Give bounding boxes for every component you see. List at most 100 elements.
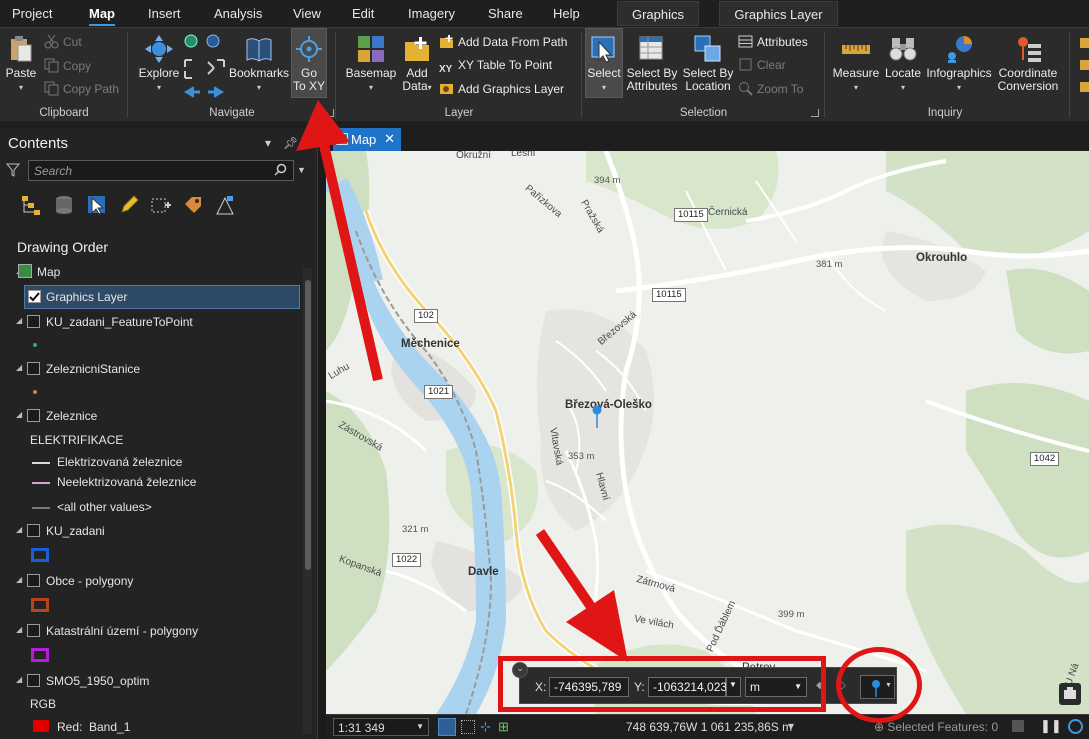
ribbon-bottom-bar: [0, 121, 1089, 128]
toc-layer-ku-zadani[interactable]: ◢ KU_zadani: [0, 519, 300, 543]
collapse-icon[interactable]: ◢: [16, 410, 22, 419]
cut-button[interactable]: Cut: [44, 33, 82, 51]
polygon-symbol: [31, 648, 49, 662]
selection-launcher-icon[interactable]: [811, 109, 819, 117]
xy-table-to-point-button[interactable]: XY XY Table To Point: [439, 56, 552, 75]
map-view-tab[interactable]: Map ✕: [333, 128, 401, 151]
layer-visibility-checkbox[interactable]: [27, 624, 40, 637]
map-tab-icon: [336, 133, 348, 145]
grid-icon[interactable]: [461, 720, 475, 734]
clear-selection-button[interactable]: Clear: [738, 56, 786, 74]
collapse-icon[interactable]: ◢: [16, 363, 22, 372]
tab-imagery[interactable]: Imagery: [408, 6, 455, 21]
select-by-attributes-button[interactable]: Select By Attributes: [625, 34, 679, 93]
add-graphics-layer-button[interactable]: Add Graphics Layer: [439, 80, 564, 98]
toc-layer-ku-zadani-featuretopoint[interactable]: ◢ KU_zadani_FeatureToPoint: [0, 310, 300, 334]
toc-layer-katastralni-uzemi[interactable]: ◢ Katastrální území - polygony: [0, 619, 300, 643]
layer-visibility-checkbox[interactable]: [28, 290, 41, 303]
list-by-labeling-icon[interactable]: [182, 194, 204, 216]
layer-visibility-checkbox[interactable]: [27, 315, 40, 328]
line-symbol: [32, 462, 50, 464]
scale-dropdown[interactable]: 1:31 349 ▼: [333, 718, 429, 736]
explore-button[interactable]: Explore ▾: [138, 34, 180, 94]
go-to-xy-button[interactable]: Go To XY: [291, 28, 327, 98]
close-pane-icon[interactable]: ✕: [301, 136, 311, 150]
list-by-snapping-icon[interactable]: [150, 194, 172, 216]
toc-map-label: Map: [37, 265, 61, 279]
list-by-perspective-icon[interactable]: [214, 194, 236, 216]
tab-graphics[interactable]: Graphics: [617, 1, 699, 26]
scale-lock-icon[interactable]: [438, 718, 456, 736]
elevation-label: 394 m: [594, 175, 621, 186]
close-tab-icon[interactable]: ✕: [384, 131, 395, 147]
infographics-icon: [944, 34, 974, 64]
collapse-icon[interactable]: ◢: [16, 525, 22, 534]
search-icon[interactable]: [274, 163, 287, 179]
layer-visibility-checkbox[interactable]: [27, 362, 40, 375]
copy-path-button[interactable]: Copy Path: [44, 80, 119, 98]
status-bar: 1:31 349 ▼ ⊹ ⊞ 748 639,76W 1 061 235,86S …: [326, 714, 1089, 739]
attributes-table-icon: [738, 34, 753, 49]
collapse-icon[interactable]: ◢: [16, 675, 22, 684]
snapping-icon[interactable]: ⊹: [480, 719, 491, 735]
collapse-icon[interactable]: ◢: [16, 316, 22, 325]
coord-units-chevron-down-icon[interactable]: ▾: [788, 719, 794, 733]
measure-button[interactable]: Measure ▾: [831, 34, 881, 94]
basemap-button[interactable]: Basemap ▾: [344, 34, 398, 94]
tab-share[interactable]: Share: [488, 6, 523, 21]
attributes-button[interactable]: Attributes: [738, 33, 808, 51]
pane-options-icon[interactable]: ▾: [265, 136, 271, 150]
layer-visibility-checkbox[interactable]: [27, 674, 40, 687]
toc-layer-zeleznice[interactable]: ◢ Zeleznice: [0, 404, 300, 428]
drawing-order-heading: Drawing Order: [17, 239, 109, 255]
layer-visibility-checkbox[interactable]: [27, 524, 40, 537]
toggle-icon[interactable]: ⊞: [498, 719, 509, 735]
tab-help[interactable]: Help: [553, 6, 580, 21]
toc-layer-obce-polygony[interactable]: ◢ Obce - polygony: [0, 569, 300, 593]
layer-visibility-checkbox[interactable]: [27, 409, 40, 422]
select-by-location-button[interactable]: Select By Location: [681, 34, 735, 93]
toc-layer-smo5-1950[interactable]: ◢ SMO5_1950_optim: [0, 669, 300, 693]
list-by-drawing-order-icon[interactable]: [20, 194, 42, 216]
copy-button[interactable]: Copy: [44, 57, 91, 75]
add-data-from-path-button[interactable]: Add Data From Path: [439, 33, 567, 51]
filter-icon[interactable]: [5, 163, 21, 180]
toc-scrollbar-thumb[interactable]: [305, 280, 311, 570]
tab-edit[interactable]: Edit: [352, 6, 374, 21]
contents-search-input[interactable]: Search: [28, 160, 294, 181]
tab-project[interactable]: Project: [12, 6, 52, 21]
layer-visibility-checkbox[interactable]: [27, 574, 40, 587]
collapse-icon[interactable]: ◢: [16, 575, 22, 584]
binoculars-icon: [888, 34, 918, 64]
toc-layer-zeleznicnistanice[interactable]: ◢ ZeleznicniStanice: [0, 357, 300, 381]
tab-map[interactable]: Map: [89, 6, 115, 26]
map-view[interactable]: Okružní Lesní Pařízkova Pražská Černická…: [326, 151, 1089, 714]
locate-button[interactable]: Locate ▾: [883, 34, 923, 94]
highlight-box-annotation: [498, 656, 826, 712]
copy-icon: [44, 58, 59, 73]
toc-map-node[interactable]: ◢ Map: [0, 260, 300, 284]
add-data-button[interactable]: Add Data▾: [398, 34, 436, 94]
collapse-icon[interactable]: ◢: [16, 625, 22, 634]
refresh-icon[interactable]: [1012, 720, 1024, 732]
zoom-to-selection-button[interactable]: Zoom To: [738, 80, 803, 98]
infographics-button[interactable]: Infographics ▾: [924, 34, 994, 94]
clipboard-group: Paste ▾ Cut Copy Copy Path Clipboard: [0, 28, 128, 122]
list-by-selection-icon[interactable]: [86, 194, 108, 216]
coordinate-conversion-button[interactable]: Coordinate Conversion: [995, 34, 1061, 93]
pause-icon[interactable]: ❚❚: [1040, 718, 1062, 734]
bookmarks-button[interactable]: Bookmarks ▾: [227, 34, 291, 94]
paste-button[interactable]: Paste ▾: [4, 34, 38, 94]
tab-view[interactable]: View: [293, 6, 321, 21]
list-by-editing-icon[interactable]: [118, 194, 140, 216]
select-button[interactable]: Select ▾: [585, 28, 623, 98]
toc-layer-graphics-layer[interactable]: Graphics Layer: [24, 285, 300, 309]
list-by-data-source-icon[interactable]: [53, 194, 75, 216]
tab-graphics-layer[interactable]: Graphics Layer: [719, 1, 838, 26]
tab-insert[interactable]: Insert: [148, 6, 181, 21]
map-tools-icon[interactable]: [1059, 683, 1081, 705]
pin-icon[interactable]: 📌︎: [283, 136, 298, 150]
tab-analysis[interactable]: Analysis: [214, 6, 262, 21]
navigate-launcher-icon[interactable]: [326, 109, 334, 117]
search-options-chevron-down-icon[interactable]: ▼: [297, 165, 306, 175]
